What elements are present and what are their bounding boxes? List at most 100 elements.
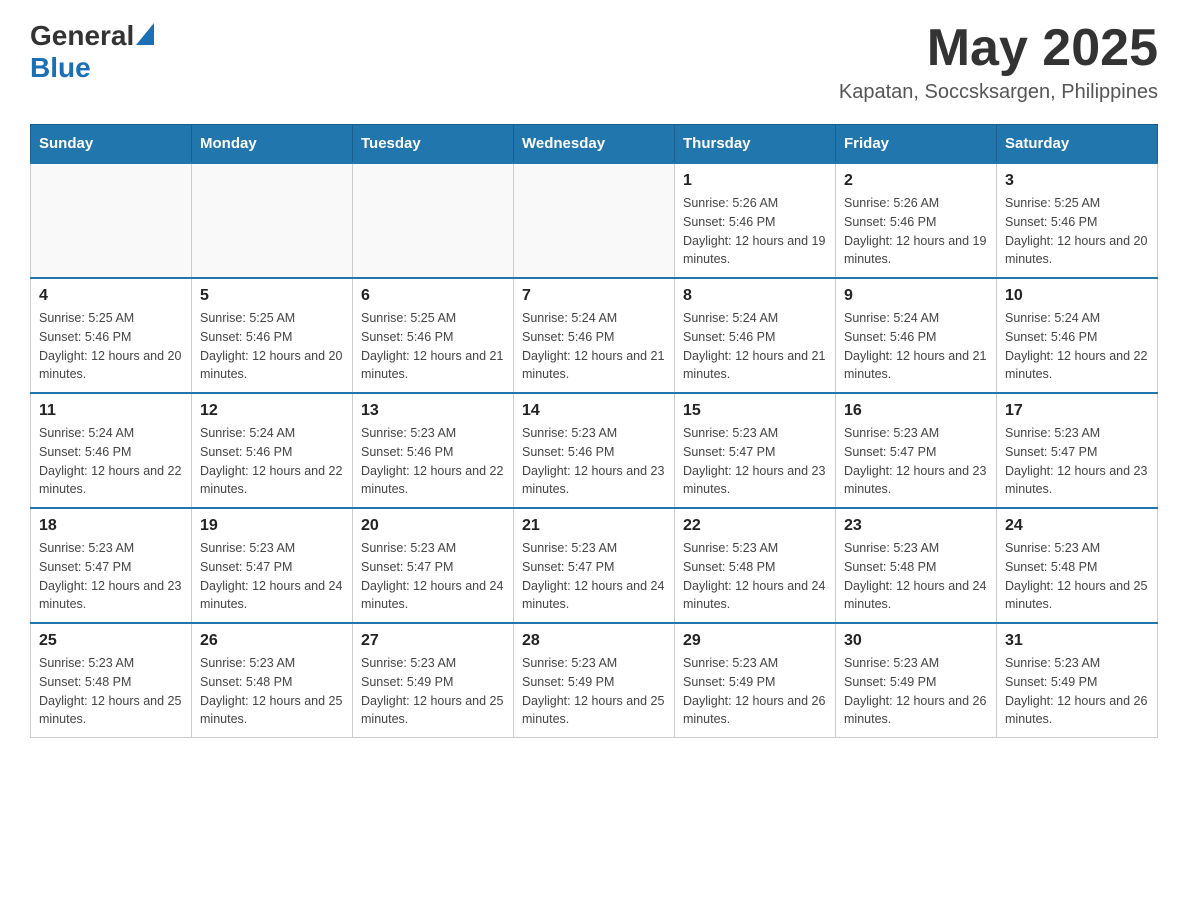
header-cell-tuesday: Tuesday	[353, 125, 514, 164]
day-cell: 26Sunrise: 5:23 AMSunset: 5:48 PMDayligh…	[192, 623, 353, 738]
day-number: 2	[844, 172, 988, 190]
day-number: 28	[522, 632, 666, 650]
day-cell: 16 Sunrise: 5:23 AMSunset: 5:47 PMDayligh…	[836, 393, 997, 508]
week-row-4: 18 Sunrise: 5:23 AMSunset: 5:47 PMDayligh…	[31, 508, 1158, 623]
day-number: 12	[200, 402, 344, 420]
day-number: 11	[39, 402, 183, 420]
day-info: Sunrise: 5:23 AMSunset: 5:49 PMDaylight:…	[361, 654, 505, 729]
day-number: 21	[522, 517, 666, 535]
logo: General Blue	[30, 20, 154, 84]
header-cell-saturday: Saturday	[997, 125, 1158, 164]
day-cell: 23Sunrise: 5:23 AMSunset: 5:48 PMDayligh…	[836, 508, 997, 623]
day-number: 14	[522, 402, 666, 420]
day-info: Sunrise: 5:25 AMSunset: 5:46 PMDaylight:…	[39, 309, 183, 384]
calendar-table: SundayMondayTuesdayWednesdayThursdayFrid…	[30, 124, 1158, 738]
day-cell	[31, 163, 192, 278]
logo-triangle-icon	[136, 23, 154, 45]
day-cell: 25 Sunrise: 5:23 AMSunset: 5:48 PMDayligh…	[31, 623, 192, 738]
week-row-3: 11 Sunrise: 5:24 AMSunset: 5:46 PMDayligh…	[31, 393, 1158, 508]
day-number: 22	[683, 517, 827, 535]
day-info: Sunrise: 5:24 AMSunset: 5:46 PMDaylight:…	[39, 424, 183, 499]
logo-blue: Blue	[30, 52, 91, 83]
day-number: 1	[683, 172, 827, 190]
day-number: 3	[1005, 172, 1149, 190]
day-info: Sunrise: 5:26 AMSunset: 5:46 PMDaylight:…	[844, 194, 988, 269]
title-section: May 2025 Kapatan, Soccsksargen, Philippi…	[839, 20, 1158, 104]
location-subtitle: Kapatan, Soccsksargen, Philippines	[839, 81, 1158, 104]
day-info: Sunrise: 5:23 AMSunset: 5:46 PMDaylight:…	[522, 424, 666, 499]
week-row-2: 4Sunrise: 5:25 AMSunset: 5:46 PMDaylight…	[31, 278, 1158, 393]
day-number: 16	[844, 402, 988, 420]
day-cell	[514, 163, 675, 278]
day-info: Sunrise: 5:23 AMSunset: 5:47 PMDaylight:…	[844, 424, 988, 499]
day-cell: 1 Sunrise: 5:26 AMSunset: 5:46 PMDaylight…	[675, 163, 836, 278]
day-info: Sunrise: 5:23 AMSunset: 5:48 PMDaylight:…	[1005, 539, 1149, 614]
day-number: 9	[844, 287, 988, 305]
day-number: 29	[683, 632, 827, 650]
page-header: General Blue May 2025 Kapatan, Soccsksar…	[30, 20, 1158, 104]
day-info: Sunrise: 5:26 AMSunset: 5:46 PMDaylight:…	[683, 194, 827, 269]
day-cell: 24 Sunrise: 5:23 AMSunset: 5:48 PMDayligh…	[997, 508, 1158, 623]
header-cell-sunday: Sunday	[31, 125, 192, 164]
day-number: 25	[39, 632, 183, 650]
day-info: Sunrise: 5:23 AMSunset: 5:49 PMDaylight:…	[844, 654, 988, 729]
day-info: Sunrise: 5:23 AMSunset: 5:47 PMDaylight:…	[39, 539, 183, 614]
day-cell: 30Sunrise: 5:23 AMSunset: 5:49 PMDayligh…	[836, 623, 997, 738]
day-number: 5	[200, 287, 344, 305]
day-cell: 22 Sunrise: 5:23 AMSunset: 5:48 PMDayligh…	[675, 508, 836, 623]
day-cell: 12 Sunrise: 5:24 AMSunset: 5:46 PMDayligh…	[192, 393, 353, 508]
day-cell: 31 Sunrise: 5:23 AMSunset: 5:49 PMDayligh…	[997, 623, 1158, 738]
day-cell: 3 Sunrise: 5:25 AMSunset: 5:46 PMDaylight…	[997, 163, 1158, 278]
day-cell: 27 Sunrise: 5:23 AMSunset: 5:49 PMDayligh…	[353, 623, 514, 738]
day-info: Sunrise: 5:23 AMSunset: 5:47 PMDaylight:…	[522, 539, 666, 614]
day-cell: 19Sunrise: 5:23 AMSunset: 5:47 PMDayligh…	[192, 508, 353, 623]
day-info: Sunrise: 5:24 AMSunset: 5:46 PMDaylight:…	[522, 309, 666, 384]
day-cell	[192, 163, 353, 278]
logo-general: General	[30, 20, 134, 52]
day-cell: 21 Sunrise: 5:23 AMSunset: 5:47 PMDayligh…	[514, 508, 675, 623]
day-number: 7	[522, 287, 666, 305]
day-number: 8	[683, 287, 827, 305]
day-number: 19	[200, 517, 344, 535]
day-cell: 10 Sunrise: 5:24 AMSunset: 5:46 PMDayligh…	[997, 278, 1158, 393]
calendar-header: SundayMondayTuesdayWednesdayThursdayFrid…	[31, 125, 1158, 164]
day-cell: 5 Sunrise: 5:25 AMSunset: 5:46 PMDaylight…	[192, 278, 353, 393]
day-cell: 6 Sunrise: 5:25 AMSunset: 5:46 PMDaylight…	[353, 278, 514, 393]
day-number: 24	[1005, 517, 1149, 535]
day-cell: 9 Sunrise: 5:24 AMSunset: 5:46 PMDaylight…	[836, 278, 997, 393]
day-info: Sunrise: 5:23 AMSunset: 5:49 PMDaylight:…	[1005, 654, 1149, 729]
day-number: 6	[361, 287, 505, 305]
day-cell: 8Sunrise: 5:24 AMSunset: 5:46 PMDaylight…	[675, 278, 836, 393]
day-number: 10	[1005, 287, 1149, 305]
day-info: Sunrise: 5:24 AMSunset: 5:46 PMDaylight:…	[1005, 309, 1149, 384]
day-number: 27	[361, 632, 505, 650]
day-info: Sunrise: 5:25 AMSunset: 5:46 PMDaylight:…	[200, 309, 344, 384]
day-info: Sunrise: 5:23 AMSunset: 5:49 PMDaylight:…	[522, 654, 666, 729]
day-number: 15	[683, 402, 827, 420]
day-cell: 18 Sunrise: 5:23 AMSunset: 5:47 PMDayligh…	[31, 508, 192, 623]
day-info: Sunrise: 5:24 AMSunset: 5:46 PMDaylight:…	[844, 309, 988, 384]
day-info: Sunrise: 5:25 AMSunset: 5:46 PMDaylight:…	[361, 309, 505, 384]
day-cell: 4Sunrise: 5:25 AMSunset: 5:46 PMDaylight…	[31, 278, 192, 393]
day-number: 31	[1005, 632, 1149, 650]
month-year-title: May 2025	[839, 20, 1158, 77]
day-cell: 29 Sunrise: 5:23 AMSunset: 5:49 PMDayligh…	[675, 623, 836, 738]
day-info: Sunrise: 5:23 AMSunset: 5:48 PMDaylight:…	[683, 539, 827, 614]
day-info: Sunrise: 5:25 AMSunset: 5:46 PMDaylight:…	[1005, 194, 1149, 269]
week-row-5: 25 Sunrise: 5:23 AMSunset: 5:48 PMDayligh…	[31, 623, 1158, 738]
day-info: Sunrise: 5:23 AMSunset: 5:48 PMDaylight:…	[39, 654, 183, 729]
day-info: Sunrise: 5:23 AMSunset: 5:49 PMDaylight:…	[683, 654, 827, 729]
day-number: 17	[1005, 402, 1149, 420]
week-row-1: 1 Sunrise: 5:26 AMSunset: 5:46 PMDaylight…	[31, 163, 1158, 278]
day-cell: 2 Sunrise: 5:26 AMSunset: 5:46 PMDaylight…	[836, 163, 997, 278]
calendar-body: 1 Sunrise: 5:26 AMSunset: 5:46 PMDaylight…	[31, 163, 1158, 738]
day-info: Sunrise: 5:23 AMSunset: 5:48 PMDaylight:…	[844, 539, 988, 614]
day-number: 18	[39, 517, 183, 535]
header-cell-friday: Friday	[836, 125, 997, 164]
day-cell: 15Sunrise: 5:23 AMSunset: 5:47 PMDayligh…	[675, 393, 836, 508]
day-cell	[353, 163, 514, 278]
day-info: Sunrise: 5:24 AMSunset: 5:46 PMDaylight:…	[200, 424, 344, 499]
day-cell: 14 Sunrise: 5:23 AMSunset: 5:46 PMDayligh…	[514, 393, 675, 508]
header-cell-monday: Monday	[192, 125, 353, 164]
header-cell-thursday: Thursday	[675, 125, 836, 164]
